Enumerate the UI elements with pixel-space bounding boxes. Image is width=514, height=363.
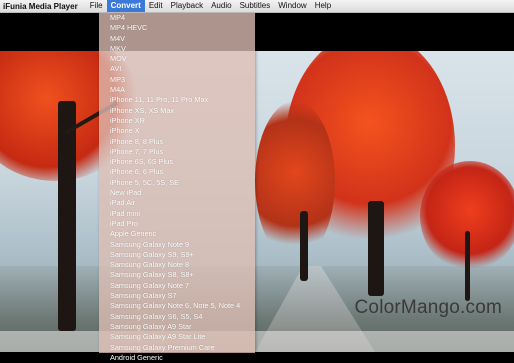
convert-menu-item[interactable]: iPhone XS, XS Max	[99, 106, 255, 116]
convert-menu-item[interactable]: iPhone 6S, 6S Plus	[99, 157, 255, 167]
convert-menu-item[interactable]: M4A	[99, 85, 255, 95]
far-tree-foliage	[255, 101, 335, 261]
convert-menu-item[interactable]: Samsung Galaxy Note 7	[99, 281, 255, 291]
convert-menu-item[interactable]: Samsung Galaxy Note 9	[99, 240, 255, 250]
menu-audio[interactable]: Audio	[207, 0, 235, 12]
right-tree-trunk	[368, 201, 384, 296]
convert-menu-item[interactable]: iPhone 11, 11 Pro, 11 Pro Max	[99, 95, 255, 105]
menu-convert[interactable]: Convert	[106, 0, 145, 12]
watermark-band	[0, 331, 514, 352]
letterbox-bar	[0, 13, 514, 51]
menu-window[interactable]: Window	[274, 0, 310, 12]
convert-menu-item[interactable]: M4V	[99, 34, 255, 44]
menu-file[interactable]: File	[86, 0, 107, 12]
video-player-area[interactable]: ColorMango.com	[0, 13, 514, 352]
convert-menu-item[interactable]: Samsung Galaxy Note 8	[99, 260, 255, 270]
convert-menu-item[interactable]: Samsung Galaxy S8, S8+	[99, 270, 255, 280]
menu-playback[interactable]: Playback	[167, 0, 207, 12]
convert-menu-item[interactable]: iPad Air	[99, 198, 255, 208]
left-tree-trunk	[58, 101, 76, 331]
menu-bar: iFunia Media Player File Convert Edit Pl…	[0, 0, 514, 13]
convert-menu-item[interactable]: Samsung Galaxy S6, S5, S4	[99, 312, 255, 322]
convert-menu-item[interactable]: AVI	[99, 64, 255, 74]
convert-menu-item[interactable]: MP4	[99, 13, 255, 23]
convert-menu-item[interactable]: iPhone 8, 8 Plus	[99, 137, 255, 147]
menu-help[interactable]: Help	[311, 0, 335, 12]
convert-menu-item[interactable]: iPhone 6, 6 Plus	[99, 167, 255, 177]
convert-menu-item[interactable]: Samsung Galaxy S7	[99, 291, 255, 301]
convert-menu-item[interactable]: Apple Generic	[99, 229, 255, 239]
convert-menu-item[interactable]: Samsung Galaxy S9, S9+	[99, 250, 255, 260]
small-tree-trunk	[465, 231, 470, 301]
menu-subtitles[interactable]: Subtitles	[236, 0, 275, 12]
convert-dropdown-menu: MP4 MP4 HEVC M4V MKV MOV AVI MP3 M4A iPhone 11, …	[99, 12, 255, 362]
convert-menu-item[interactable]: iPad Pro	[99, 219, 255, 229]
convert-menu-item[interactable]: MKV	[99, 44, 255, 54]
app-menu[interactable]: iFunia Media Player	[0, 2, 86, 11]
convert-menu-item[interactable]: iPhone 7, 7 Plus	[99, 147, 255, 157]
convert-menu-item[interactable]: iPad mini	[99, 209, 255, 219]
convert-menu-item[interactable]: Samsung Galaxy Premium Care	[99, 343, 255, 353]
convert-menu-item[interactable]: Samsung Galaxy A9 Star Lite	[99, 332, 255, 342]
convert-menu-item[interactable]: iPhone 5, 5C, 5S, SE	[99, 178, 255, 188]
convert-menu-item[interactable]: MP3	[99, 75, 255, 85]
convert-menu-item[interactable]: iPhone X	[99, 126, 255, 136]
convert-menu-item[interactable]: Samsung Galaxy A9 Star	[99, 322, 255, 332]
convert-menu-item[interactable]: Android Generic	[99, 353, 255, 363]
convert-menu-item[interactable]: MP4 HEVC	[99, 23, 255, 33]
watermark-text: ColorMango.com	[354, 297, 502, 318]
convert-menu-item[interactable]: MOV	[99, 54, 255, 64]
convert-menu-item[interactable]: iPhone XR	[99, 116, 255, 126]
convert-menu-item[interactable]: Samsung Galaxy Note 6, Note 5, Note 4	[99, 301, 255, 311]
convert-menu-item[interactable]: New iPad	[99, 188, 255, 198]
far-tree-trunk	[300, 211, 308, 281]
menu-edit[interactable]: Edit	[145, 0, 167, 12]
